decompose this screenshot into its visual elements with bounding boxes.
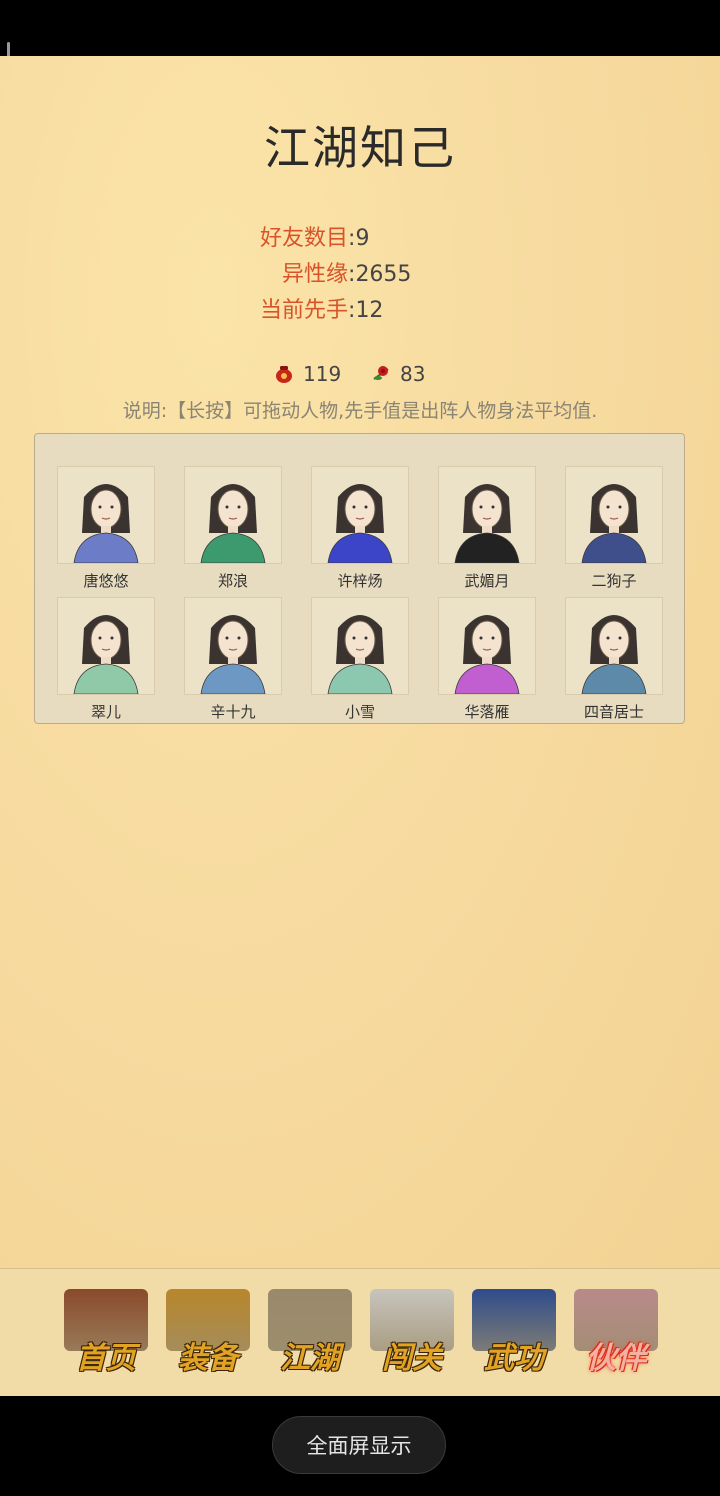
- partner-grid: 唐悠悠 郑浪 许梓炀 武媚月 二狗子翠儿 辛十九 小雪 华落雁 四音居士: [34, 433, 685, 724]
- bottom-nav: 首页 装备 江湖 闯关 武功 伙伴: [0, 1268, 720, 1397]
- partner-card[interactable]: 华落雁: [438, 597, 536, 723]
- stat-charm: 异性缘:2655: [282, 262, 412, 287]
- partner-name: 许梓炀: [337, 572, 383, 590]
- partner-name: 二狗子: [591, 572, 637, 590]
- partner-card[interactable]: 武媚月: [438, 466, 536, 592]
- instruction-note: 说明:【长按】可拖动人物,先手值是出阵人物身法平均值.: [122, 400, 598, 422]
- partner-card[interactable]: 许梓炀: [311, 466, 409, 592]
- partner-name: 唐悠悠: [83, 572, 129, 590]
- rose-icon: [373, 366, 389, 380]
- partner-name: 郑浪: [217, 572, 248, 590]
- stat-friend-count: 好友数目:9: [260, 226, 370, 251]
- partner-card[interactable]: 郑浪: [184, 466, 282, 592]
- partner-name: 华落雁: [464, 703, 510, 721]
- fullscreen-button[interactable]: 全面屏显示: [272, 1416, 446, 1474]
- partner-portrait: [438, 597, 536, 695]
- partner-portrait: [184, 466, 282, 564]
- partner-portrait: [184, 597, 282, 695]
- partner-portrait: [311, 466, 409, 564]
- partner-card[interactable]: 翠儿: [57, 597, 155, 723]
- partner-portrait: [57, 597, 155, 695]
- partner-card[interactable]: 唐悠悠: [57, 466, 155, 592]
- currency-pouch: 119: [273, 362, 341, 386]
- partner-name: 辛十九: [210, 703, 256, 721]
- partner-portrait: [438, 466, 536, 564]
- status-bar: [0, 0, 720, 56]
- tab-3[interactable]: 江湖: [264, 1287, 356, 1379]
- tab-label: 首页: [76, 1341, 136, 1376]
- stat-initiative: 当前先手:12: [260, 298, 384, 323]
- tab-label: 武功: [484, 1341, 544, 1376]
- partner-card[interactable]: 二狗子: [565, 466, 663, 592]
- tab-label: 闯关: [382, 1341, 442, 1376]
- partner-name: 四音居士: [583, 703, 644, 721]
- partner-portrait: [57, 466, 155, 564]
- currency-rose: 83: [370, 362, 425, 386]
- partner-card[interactable]: 小雪: [311, 597, 409, 723]
- tab-label: 伙伴: [586, 1341, 646, 1376]
- partner-card[interactable]: 四音居士: [565, 597, 663, 723]
- tab-6[interactable]: 伙伴: [570, 1287, 662, 1379]
- tab-1[interactable]: 首页: [60, 1287, 152, 1379]
- tab-4[interactable]: 闯关: [366, 1287, 458, 1379]
- system-nav-bar: 全面屏显示: [0, 1396, 720, 1496]
- partner-portrait: [565, 466, 663, 564]
- partner-card[interactable]: 辛十九: [184, 597, 282, 723]
- red-pouch-icon: [276, 366, 292, 383]
- partner-name: 小雪: [344, 703, 375, 721]
- tab-label: 江湖: [280, 1341, 340, 1376]
- tab-2[interactable]: 装备: [162, 1287, 254, 1379]
- partner-portrait: [311, 597, 409, 695]
- partner-portrait: [565, 597, 663, 695]
- page-title: 江湖知己: [264, 121, 456, 175]
- tab-label: 装备: [178, 1341, 238, 1376]
- tab-5[interactable]: 武功: [468, 1287, 560, 1379]
- partner-name: 武媚月: [464, 572, 510, 590]
- partner-name: 翠儿: [90, 703, 121, 721]
